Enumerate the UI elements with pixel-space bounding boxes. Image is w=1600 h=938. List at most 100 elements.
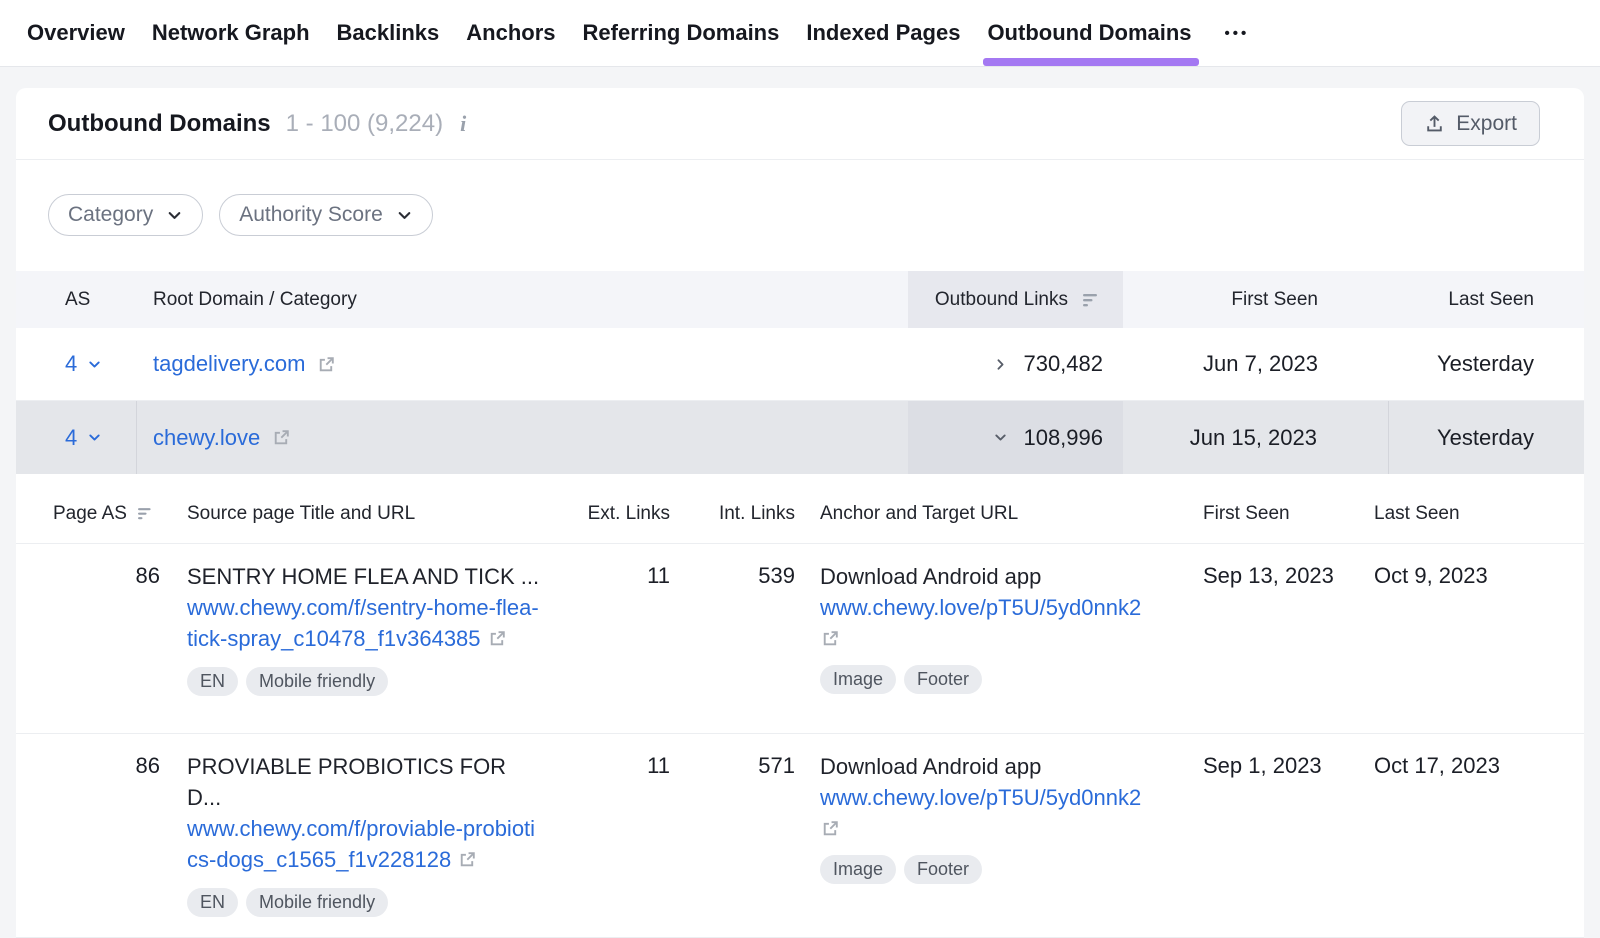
col-header-page-as[interactable]: Page AS [53,503,160,525]
outbound-links-cell: 108,996 [908,401,1123,474]
chevron-down-icon [396,207,413,224]
external-link-icon[interactable] [457,849,478,870]
external-link-icon[interactable] [820,628,841,649]
target-url[interactable]: www.chewy.love/pT5U/5yd0nnk2 [820,785,1141,810]
first-seen-value: Sep 1, 2023 [1180,751,1374,779]
int-links-value: 539 [670,561,795,589]
col-header-root-domain[interactable]: Root Domain / Category [137,289,908,311]
page-badges: EN Mobile friendly [187,888,545,917]
tab-outbound-domains[interactable]: Outbound Domains [987,0,1191,66]
report-tabs: Overview Network Graph Backlinks Anchors… [0,0,1600,67]
col-header-first-seen[interactable]: First Seen [1123,271,1389,328]
chevron-right-icon[interactable] [993,357,1008,372]
anchor-text: Download Android app [820,751,1180,782]
outbound-domains-card: Outbound Domains 1 - 100 (9,224) i Expor… [16,88,1584,938]
last-seen-cell: Yesterday [1389,425,1536,451]
source-url-text: www.chewy.com/f/proviable-probiotics-dog… [187,816,535,872]
info-icon[interactable]: i [460,111,466,137]
domain-cell: tagdelivery.com [137,351,908,377]
first-seen-cell: Jun 15, 2023 [1123,401,1389,474]
page-background: Outbound Domains 1 - 100 (9,224) i Expor… [0,67,1600,938]
domain-link[interactable]: chewy.love [153,425,292,451]
export-label: Export [1456,112,1517,136]
external-link-icon[interactable] [271,427,292,448]
authority-score-filter[interactable]: Authority Score [219,194,433,236]
domain-text: chewy.love [153,425,260,451]
first-seen-cell: Jun 7, 2023 [1123,328,1389,400]
col-header-last-seen[interactable]: Last Seen [1389,289,1536,311]
as-cell: 4 [16,328,137,400]
filters-bar: Category Authority Score [16,160,1584,271]
outbound-links-label: Outbound Links [935,289,1068,311]
col-header-as[interactable]: AS [16,271,137,328]
source-page-url[interactable]: www.chewy.com/f/proviable-probiotics-dog… [187,813,539,875]
language-badge: EN [187,888,238,917]
more-tabs-icon[interactable]: ••• [1219,0,1256,66]
anchor-target-cell: Download Android app www.chewy.love/pT5U… [795,751,1180,884]
outbound-links-value: 730,482 [1023,351,1103,377]
col-header-source-page[interactable]: Source page Title and URL [160,503,545,525]
sort-descending-icon [138,506,156,521]
last-seen-cell: Yesterday [1389,351,1536,377]
tab-backlinks[interactable]: Backlinks [337,0,440,66]
as-value: 4 [65,425,77,451]
tab-anchors[interactable]: Anchors [466,0,555,66]
as-cell: 4 [16,401,137,474]
col-header-last-seen[interactable]: Last Seen [1374,503,1552,525]
tab-overview[interactable]: Overview [27,0,125,66]
chevron-down-icon[interactable] [993,430,1008,445]
external-link-icon[interactable] [316,354,337,375]
footer-badge: Footer [904,855,982,884]
link-badges: Image Footer [820,665,1180,694]
authority-score-dropdown[interactable]: 4 [65,425,102,451]
source-page-url[interactable]: www.chewy.com/f/sentry-home-flea-tick-sp… [187,592,539,654]
col-header-anchor-target[interactable]: Anchor and Target URL [795,503,1180,525]
tab-indexed-pages[interactable]: Indexed Pages [806,0,960,66]
category-filter[interactable]: Category [48,194,203,236]
target-url[interactable]: www.chewy.love/pT5U/5yd0nnk2 [820,595,1141,620]
card-header: Outbound Domains 1 - 100 (9,224) i Expor… [16,88,1584,160]
anchor-text: Download Android app [820,561,1180,592]
page-as-value: 86 [53,751,160,779]
col-header-ext-links[interactable]: Ext. Links [545,503,670,525]
as-value: 4 [65,351,77,377]
tab-network-graph[interactable]: Network Graph [152,0,310,66]
domain-link[interactable]: tagdelivery.com [153,351,337,377]
int-links-value: 571 [670,751,795,779]
page-as-label: Page AS [53,503,127,525]
last-seen-value: Oct 17, 2023 [1374,751,1552,779]
table-row-expanded: 4 chewy.love 108,996 Jun 15, 2023 Yester… [16,401,1584,474]
col-header-int-links[interactable]: Int. Links [670,503,795,525]
external-link-icon[interactable] [487,628,508,649]
external-link-icon[interactable] [820,818,841,839]
image-badge: Image [820,665,896,694]
mobile-friendly-badge: Mobile friendly [246,667,388,696]
ext-links-value: 11 [545,751,670,779]
chevron-down-icon [166,207,183,224]
first-seen-value: Sep 13, 2023 [1180,561,1374,589]
source-page-title: SENTRY HOME FLEA AND TICK ... [187,561,545,592]
domain-text: tagdelivery.com [153,351,305,377]
authority-score-dropdown[interactable]: 4 [65,351,102,377]
col-header-outbound-links[interactable]: Outbound Links [908,271,1123,328]
tab-referring-domains[interactable]: Referring Domains [583,0,780,66]
source-page-cell: SENTRY HOME FLEA AND TICK ... www.chewy.… [160,561,545,696]
source-page-title: PROVIABLE PROBIOTICS FOR D... [187,751,545,813]
outbound-links-value: 108,996 [1023,425,1103,451]
link-badges: Image Footer [820,855,1180,884]
first-seen-value: Jun 15, 2023 [1190,425,1317,451]
anchor-target-cell: Download Android app www.chewy.love/pT5U… [795,561,1180,694]
result-range: 1 - 100 (9,224) [286,110,443,138]
first-seen-label: First Seen [1231,289,1318,311]
chevron-down-icon [87,430,102,445]
col-header-first-seen[interactable]: First Seen [1180,503,1374,525]
first-seen-value: Jun 7, 2023 [1203,351,1318,377]
nested-row: 86 PROVIABLE PROBIOTICS FOR D... www.che… [16,734,1584,938]
table-row: 4 tagdelivery.com 730,482 Jun 7, 2023 Ye… [16,328,1584,401]
nested-pages-table: Page AS Source page Title and URL Ext. L… [16,474,1584,938]
category-filter-label: Category [68,203,153,227]
language-badge: EN [187,667,238,696]
authority-score-filter-label: Authority Score [239,203,383,227]
nested-row: 86 SENTRY HOME FLEA AND TICK ... www.che… [16,544,1584,734]
export-button[interactable]: Export [1401,101,1540,146]
